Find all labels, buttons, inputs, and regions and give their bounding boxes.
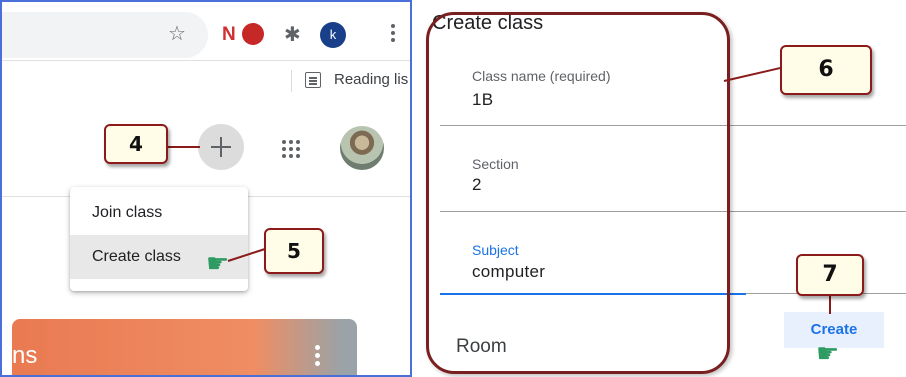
toolbar-divider — [2, 60, 410, 61]
extension-n-icon[interactable]: N — [222, 24, 236, 46]
callout-6-leader-line — [723, 66, 781, 82]
extension-red-icon[interactable] — [242, 23, 264, 45]
chrome-menu-icon[interactable] — [390, 22, 396, 46]
reading-list-icon[interactable] — [305, 72, 321, 88]
class-card-title[interactable]: ns — [12, 342, 37, 370]
add-class-plus-button[interactable] — [198, 124, 244, 170]
right-screenshot-panel: Create class Class name (required) 1B Se… — [412, 0, 906, 377]
class-card-more-icon[interactable] — [315, 345, 321, 369]
left-screenshot-panel: ☆ N ✱ k Reading lis 4 Join class Create … — [0, 0, 412, 377]
fields-highlight-outline — [426, 12, 730, 374]
callout-step-5: 5 — [264, 228, 324, 274]
account-avatar[interactable] — [340, 126, 384, 170]
callout-step-7: 7 — [796, 254, 864, 296]
pointer-hand-icon: ☛ — [206, 248, 230, 278]
callout-7-leader-line — [829, 296, 831, 314]
google-apps-grid-icon[interactable] — [282, 140, 300, 158]
reading-list-label[interactable]: Reading lis — [334, 71, 408, 88]
callout-4-leader-line — [168, 146, 200, 148]
extensions-puzzle-icon[interactable]: ✱ — [284, 22, 301, 47]
callout-step-6: 6 — [780, 45, 872, 95]
callout-step-4: 4 — [104, 124, 168, 164]
chrome-profile-avatar[interactable]: k — [320, 22, 346, 48]
bookmark-star-icon[interactable]: ☆ — [168, 24, 186, 44]
pointer-hand-icon: ☛ — [816, 338, 840, 368]
menu-item-join-class[interactable]: Join class — [70, 191, 248, 235]
bookmarks-separator — [291, 70, 292, 92]
class-card[interactable] — [12, 319, 357, 375]
